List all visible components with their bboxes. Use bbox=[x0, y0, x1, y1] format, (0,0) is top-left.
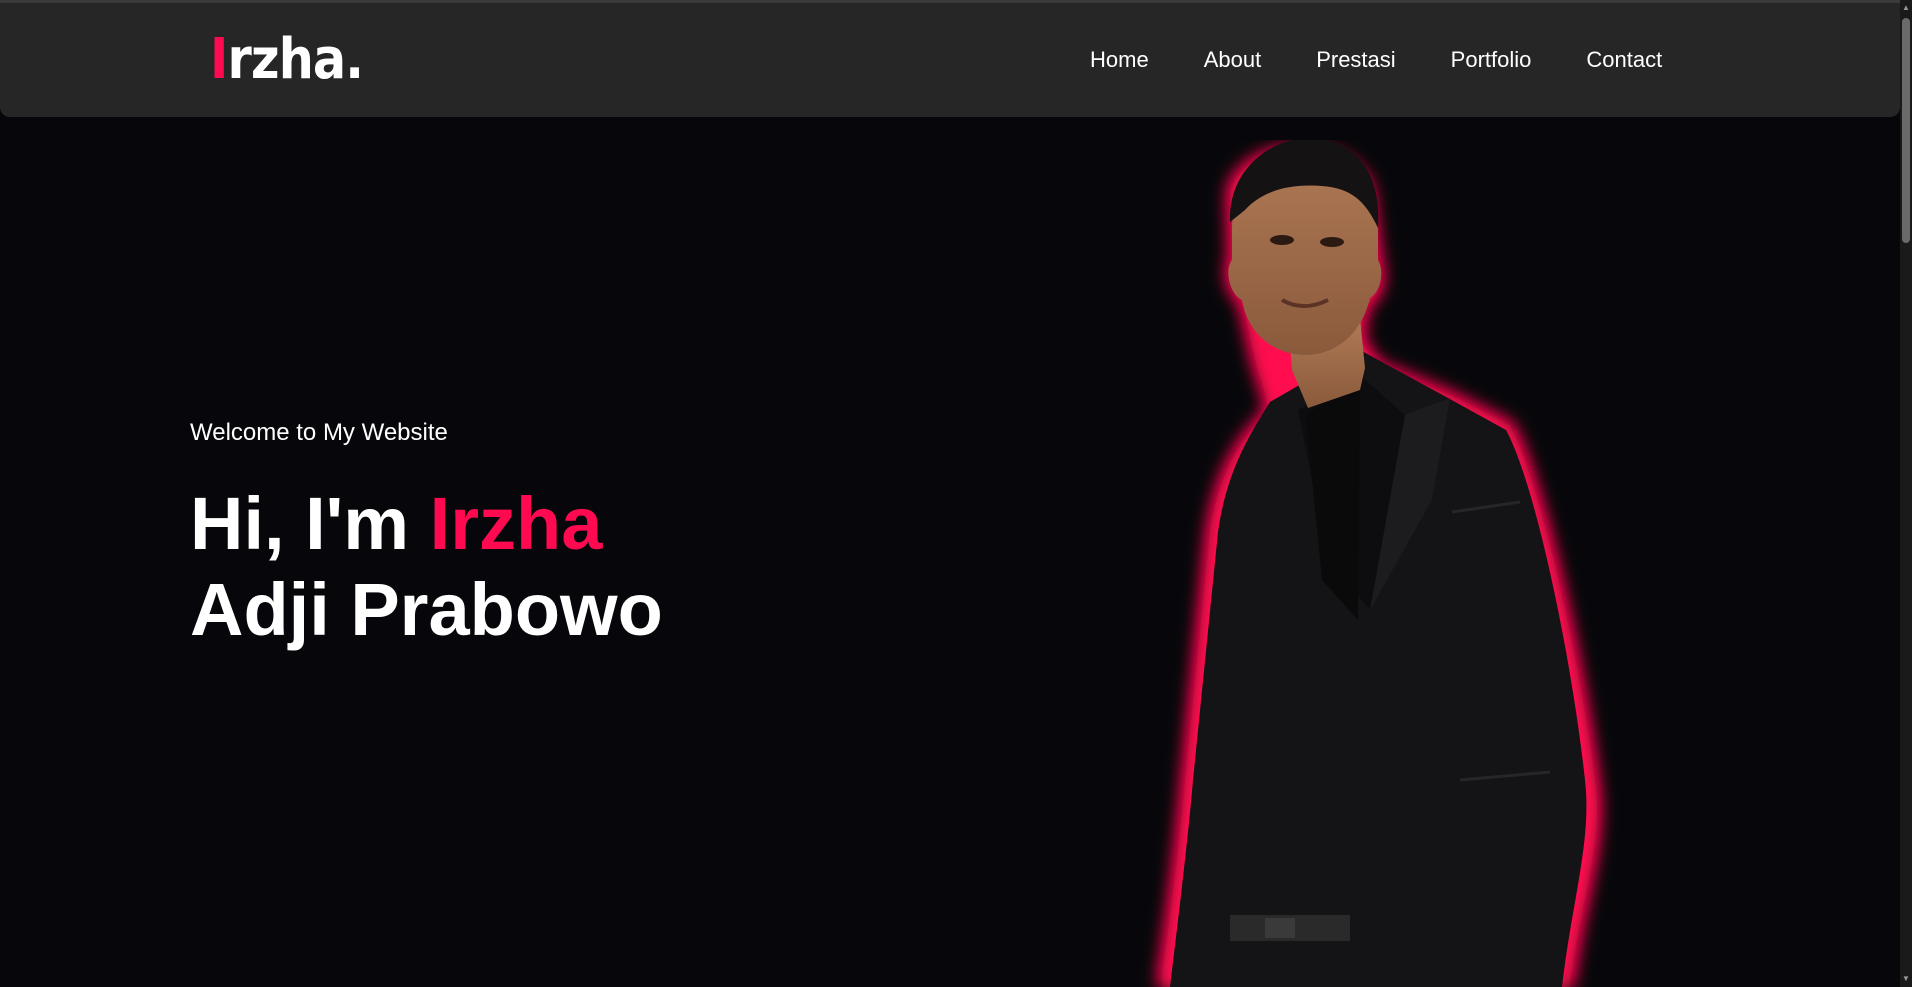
navbar: Irzha. Home About Prestasi Portfolio Con… bbox=[0, 3, 1900, 117]
first-name: Irzha bbox=[429, 482, 603, 565]
site-logo[interactable]: Irzha. bbox=[210, 27, 364, 93]
nav-link-portfolio[interactable]: Portfolio bbox=[1451, 44, 1532, 76]
nav-link-contact[interactable]: Contact bbox=[1586, 44, 1662, 76]
logo-accent-letter: I bbox=[210, 27, 228, 92]
greeting-text: Hi, I'm bbox=[190, 482, 430, 565]
profile-photo bbox=[1160, 140, 1598, 987]
main-nav: Home About Prestasi Portfolio Contact bbox=[1090, 44, 1662, 76]
hero-headline: Hi, I'm Irzha Adji Prabowo bbox=[190, 481, 663, 653]
nav-link-home[interactable]: Home bbox=[1090, 44, 1149, 76]
hero-section: Welcome to My Website Hi, I'm Irzha Adji… bbox=[190, 413, 663, 653]
nav-link-prestasi[interactable]: Prestasi bbox=[1316, 44, 1395, 76]
last-name: Adji Prabowo bbox=[190, 568, 663, 651]
scroll-up-icon[interactable]: ▲ bbox=[1902, 3, 1910, 13]
scroll-thumb[interactable] bbox=[1902, 18, 1910, 243]
nav-link-about[interactable]: About bbox=[1204, 44, 1262, 76]
logo-text: rzha. bbox=[227, 27, 364, 92]
welcome-text: Welcome to My Website bbox=[190, 419, 448, 446]
page: Irzha. Home About Prestasi Portfolio Con… bbox=[0, 0, 1912, 987]
scroll-down-icon[interactable]: ▼ bbox=[1902, 974, 1910, 984]
scrollbar[interactable]: ▲ ▼ bbox=[1900, 0, 1912, 987]
